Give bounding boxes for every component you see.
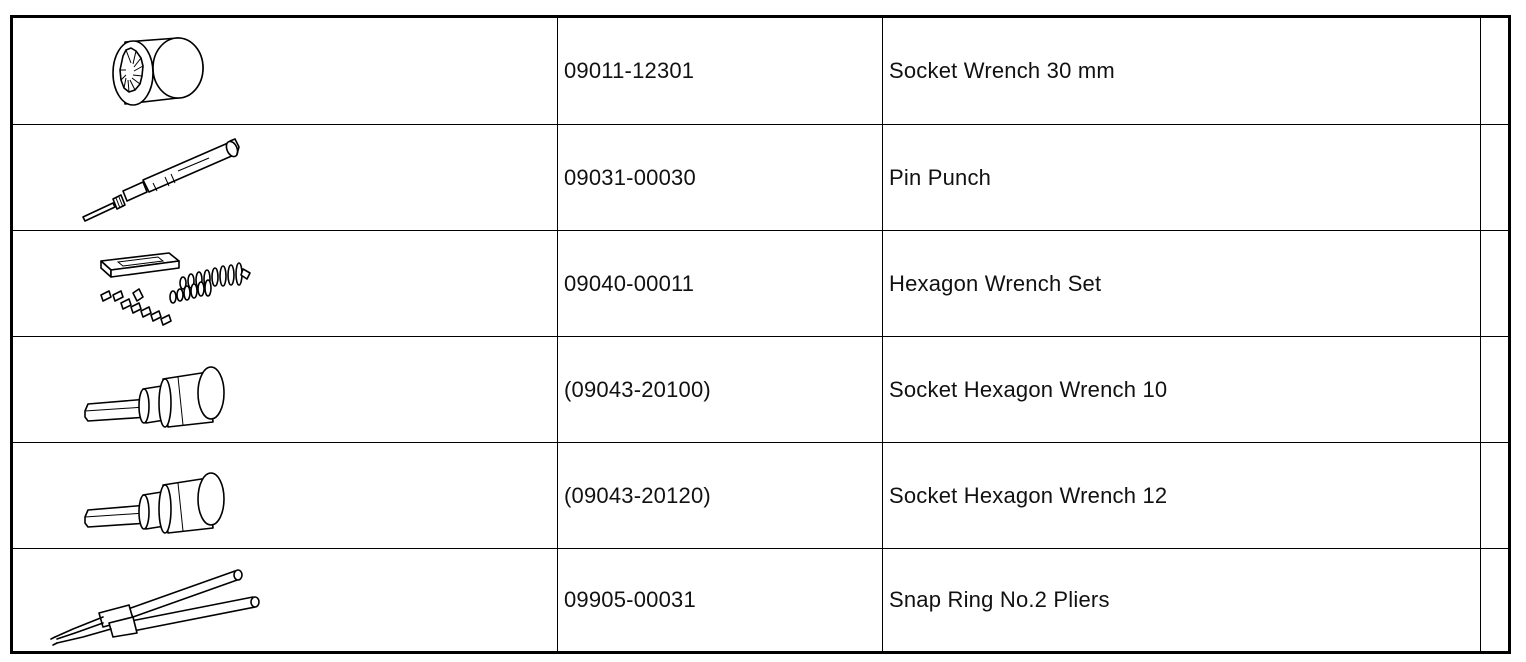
table-row: 09040-00011 Hexagon Wrench Set — [13, 230, 1508, 336]
note-cell — [1480, 231, 1508, 336]
table-row: 09031-00030 Pin Punch — [13, 124, 1508, 230]
illustration-cell — [13, 443, 558, 548]
tool-name: Socket Wrench 30 mm — [889, 58, 1115, 83]
tool-name-cell: Pin Punch — [882, 125, 1481, 230]
socket-wrench-icon — [112, 37, 204, 106]
note-cell — [1480, 443, 1508, 548]
part-number-cell: 09905-00031 — [557, 549, 883, 651]
part-number-cell: (09043-20120) — [557, 443, 883, 548]
tools-table: 09011-12301 Socket Wrench 30 mm 09031-00… — [10, 15, 1511, 654]
illustration-cell — [13, 125, 558, 230]
pin-punch-icon — [82, 138, 240, 222]
tool-name: Socket Hexagon Wrench 10 — [889, 376, 1168, 402]
snap-ring-pliers-icon — [50, 569, 260, 646]
tool-name: Pin Punch — [889, 164, 992, 190]
note-cell — [1480, 18, 1508, 124]
tool-name: Hexagon Wrench Set — [889, 270, 1102, 296]
illustration-cell — [13, 337, 558, 442]
part-number: (09043-20100) — [564, 376, 711, 402]
socket-hexagon-wrench-icon — [84, 366, 225, 428]
tool-name-cell: Socket Hexagon Wrench 12 — [882, 443, 1481, 548]
part-number: (09043-20120) — [564, 482, 711, 508]
part-number: 09040-00011 — [564, 270, 695, 296]
table-row: 09905-00031 Snap Ring No.2 Pliers — [13, 548, 1508, 651]
part-number: 09905-00031 — [564, 587, 696, 612]
part-number-cell: 09011-12301 — [557, 18, 883, 124]
illustration-cell — [13, 549, 558, 651]
part-number-cell: (09043-20100) — [557, 337, 883, 442]
illustration-cell — [13, 231, 558, 336]
part-number: 09011-12301 — [564, 58, 695, 83]
note-cell — [1480, 337, 1508, 442]
part-number: 09031-00030 — [564, 164, 696, 190]
table-row: (09043-20100) Socket Hexagon Wrench 10 — [13, 336, 1508, 442]
part-number-cell: 09040-00011 — [557, 231, 883, 336]
table-row: 09011-12301 Socket Wrench 30 mm — [13, 18, 1508, 124]
tool-name-cell: Socket Hexagon Wrench 10 — [882, 337, 1481, 442]
note-cell — [1480, 549, 1508, 651]
part-number-cell: 09031-00030 — [557, 125, 883, 230]
tool-name-cell: Hexagon Wrench Set — [882, 231, 1481, 336]
hexagon-wrench-set-icon — [100, 252, 251, 326]
illustration-cell — [13, 18, 558, 124]
tool-name-cell: Socket Wrench 30 mm — [882, 18, 1481, 124]
tool-name: Snap Ring No.2 Pliers — [889, 587, 1110, 612]
tool-name: Socket Hexagon Wrench 12 — [889, 482, 1168, 508]
socket-hexagon-wrench-icon — [84, 472, 225, 534]
tool-name-cell: Snap Ring No.2 Pliers — [882, 549, 1481, 651]
note-cell — [1480, 125, 1508, 230]
table-row: (09043-20120) Socket Hexagon Wrench 12 — [13, 442, 1508, 548]
